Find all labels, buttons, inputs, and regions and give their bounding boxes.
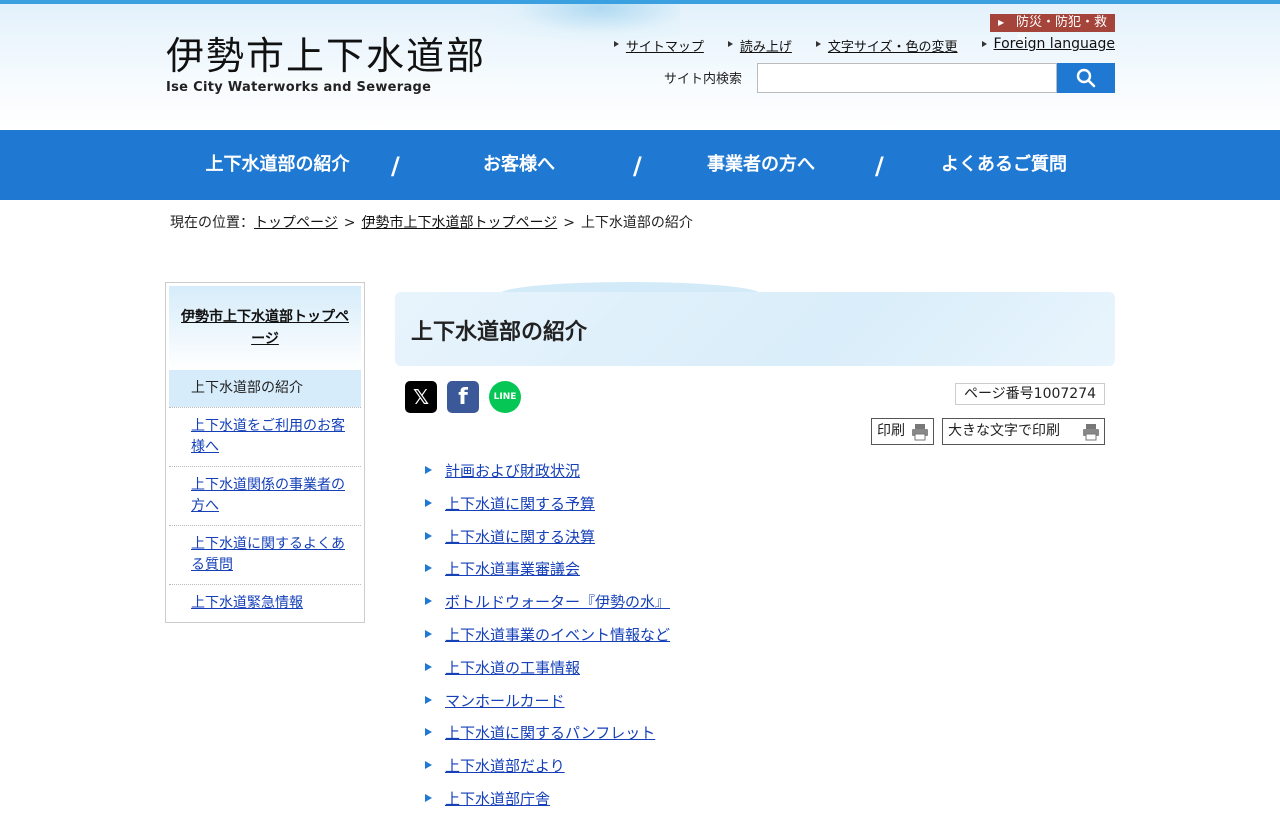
nav-faq[interactable]: よくあるご質問 [893, 130, 1115, 200]
content-link[interactable]: マンホールカード [445, 692, 565, 710]
search-icon [1076, 68, 1096, 88]
nav-businesses[interactable]: 事業者の方へ [652, 130, 870, 200]
foreign-language-link[interactable]: Foreign language [981, 36, 1115, 55]
print-label: 印刷 [877, 423, 905, 439]
list-item: 上下水道の工事情報 [425, 657, 670, 690]
search-label: サイト内検索 [664, 72, 743, 87]
breadcrumb-water-top[interactable]: 伊勢市上下水道部トップページ [361, 215, 557, 231]
sitemap-link[interactable]: サイトマップ [613, 36, 704, 55]
sidebar-link[interactable]: 上下水道に関するよくある質問 [191, 536, 345, 573]
sidebar-item-customers: 上下水道をご利用のお客様へ [169, 407, 361, 466]
breadcrumb-top[interactable]: トップページ [254, 215, 338, 231]
social-share: 𝕏 f LINE [405, 381, 521, 413]
emergency-link[interactable]: 防災・防犯・救急 [990, 14, 1115, 48]
content-link[interactable]: 上下水道部だより [445, 757, 565, 775]
printer-icon [1083, 424, 1099, 441]
sidebar-item-businesses: 上下水道関係の事業者の方へ [169, 466, 361, 525]
list-item: 上下水道事業審議会 [425, 558, 670, 591]
search-button[interactable] [1057, 63, 1115, 93]
facebook-icon[interactable]: f [447, 381, 479, 413]
site-logo[interactable]: 伊勢市上下水道部 Ise City Waterworks and Sewerag… [166, 34, 486, 95]
content-link[interactable]: 上下水道部庁舎 [445, 790, 550, 808]
sidebar-item-faq: 上下水道に関するよくある質問 [169, 525, 361, 584]
printer-icon [912, 424, 928, 441]
line-icon[interactable]: LINE [489, 381, 521, 413]
content-link[interactable]: 上下水道の工事情報 [445, 659, 580, 677]
read-aloud-link[interactable]: 読み上げ [727, 36, 792, 55]
content-link-list: 計画および財政状況 上下水道に関する予算 上下水道に関する決算 上下水道事業審議… [425, 460, 670, 821]
breadcrumb-current: 上下水道部の紹介 [580, 215, 693, 231]
list-item: マンホールカード [425, 690, 670, 723]
nav-separator: / [633, 152, 642, 180]
breadcrumb-separator: > [563, 215, 575, 231]
list-item: 上下水道に関する予算 [425, 493, 670, 526]
content-link[interactable]: 上下水道事業審議会 [445, 560, 580, 578]
list-item: ボトルドウォーター『伊勢の水』 [425, 591, 670, 624]
page-title: 上下水道部の紹介 [411, 320, 588, 345]
nav-separator: / [391, 152, 400, 180]
list-item: 計画および財政状況 [425, 460, 670, 493]
sidebar-heading[interactable]: 伊勢市上下水道部トップページ [169, 286, 361, 370]
breadcrumb-separator: > [343, 215, 356, 231]
content-link[interactable]: 上下水道に関する決算 [445, 528, 595, 546]
content-link[interactable]: 上下水道事業のイベント情報など [445, 626, 670, 644]
content-link[interactable]: 計画および財政状況 [445, 462, 580, 480]
sidebar: 伊勢市上下水道部トップページ 上下水道部の紹介 上下水道をご利用のお客様へ 上下… [165, 282, 365, 623]
text-size-color-link[interactable]: 文字サイズ・色の変更 [815, 36, 958, 55]
list-item: 上下水道部だより [425, 755, 670, 788]
content-link[interactable]: ボトルドウォーター『伊勢の水』 [445, 593, 670, 611]
content-link[interactable]: 上下水道に関するパンフレット [445, 724, 655, 742]
print-large-label: 大きな文字で印刷 [948, 423, 1060, 439]
nav-introduction[interactable]: 上下水道部の紹介 [170, 130, 385, 200]
sidebar-item-introduction: 上下水道部の紹介 [169, 370, 361, 407]
page-title-box: 上下水道部の紹介 [395, 292, 1115, 366]
sidebar-link[interactable]: 上下水道緊急情報 [191, 595, 303, 611]
logo-subtitle: Ise City Waterworks and Sewerage [166, 80, 432, 95]
page-number: ページ番号1007274 [955, 383, 1105, 405]
list-item: 上下水道に関する決算 [425, 526, 670, 559]
search-input[interactable] [757, 63, 1057, 93]
list-item: 上下水道部庁舎 [425, 788, 670, 821]
sidebar-item-emergency: 上下水道緊急情報 [169, 584, 361, 622]
nav-customers[interactable]: お客様へ [410, 130, 628, 200]
breadcrumb-prefix: 現在の位置： [170, 215, 254, 231]
site-header: 伊勢市上下水道部 Ise City Waterworks and Sewerag… [0, 4, 1280, 130]
print-button[interactable]: 印刷 [871, 418, 934, 445]
content-link[interactable]: 上下水道に関する予算 [445, 495, 595, 513]
x-icon[interactable]: 𝕏 [405, 381, 437, 413]
sidebar-link[interactable]: 上下水道をご利用のお客様へ [191, 418, 345, 455]
print-large-button[interactable]: 大きな文字で印刷 [942, 418, 1105, 445]
utility-links: サイトマップ 読み上げ 文字サイズ・色の変更 Foreign language [613, 36, 1115, 55]
list-item: 上下水道事業のイベント情報など [425, 624, 670, 657]
list-item: 上下水道に関するパンフレット [425, 722, 670, 755]
nav-separator: / [875, 152, 884, 180]
breadcrumb: 現在の位置：トップページ > 伊勢市上下水道部トップページ > 上下水道部の紹介 [170, 212, 693, 232]
sidebar-link[interactable]: 上下水道関係の事業者の方へ [191, 477, 345, 514]
logo-title: 伊勢市上下水道部 [166, 34, 487, 78]
global-navigation: 上下水道部の紹介 / お客様へ / 事業者の方へ / よくあるご質問 [0, 130, 1280, 200]
